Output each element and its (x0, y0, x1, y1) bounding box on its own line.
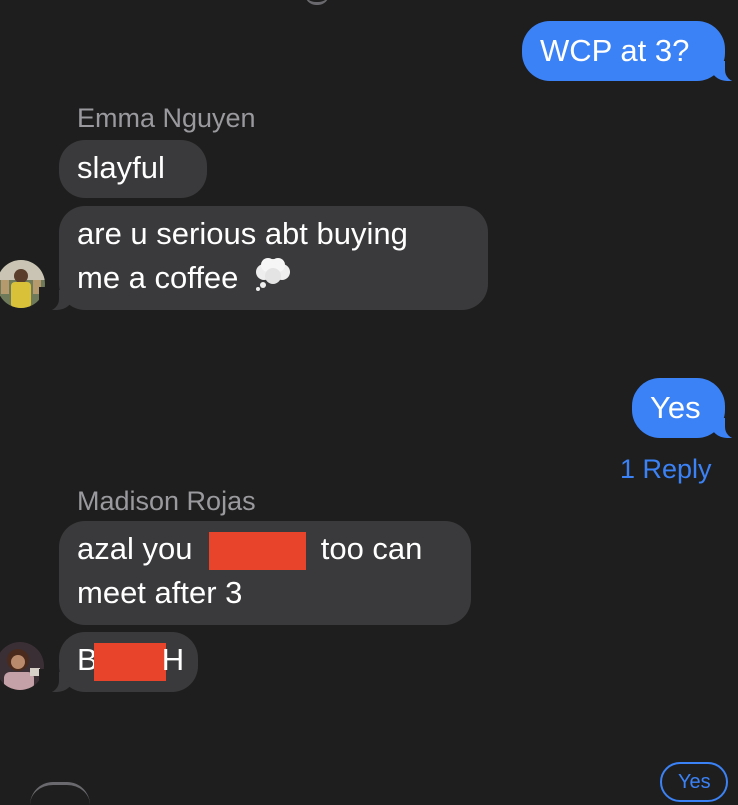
thought-balloon-icon (253, 256, 293, 304)
message-text: WCP at 3? (540, 33, 690, 68)
message-text-segment: H (161, 642, 185, 677)
message-text-line: are u serious abt buying (77, 216, 408, 251)
message-bubble-outgoing[interactable]: WCP at 3? (522, 21, 738, 82)
tapback-reply-pill[interactable]: Yes (660, 762, 728, 802)
message-text-line: me a coffee (77, 260, 239, 296)
partial-message-bubble (30, 782, 90, 805)
message-text-segment: azal you (77, 531, 193, 566)
sender-name: Emma Nguyen (77, 103, 256, 133)
message-bubble-incoming[interactable]: BH (39, 632, 198, 693)
message-text-segment: too can (320, 531, 423, 566)
reply-thread-link[interactable]: 1 Reply (620, 453, 712, 485)
message-bubble-incoming[interactable]: slayful (59, 140, 207, 198)
redaction-box (209, 531, 307, 570)
message-bubble-incoming[interactable]: azal you too can meet after 3 (59, 521, 471, 625)
message-bubble-outgoing[interactable]: Yes (632, 378, 738, 439)
redaction-box (93, 642, 166, 681)
message-text: slayful (77, 150, 165, 185)
message-text: Yes (650, 390, 701, 425)
message-text-line: meet after 3 (77, 575, 243, 610)
sender-name: Madison Rojas (77, 486, 256, 516)
message-bubble-incoming[interactable]: are u serious abt buying me a coffee (39, 206, 488, 311)
cropped-previous-content (305, 0, 329, 5)
avatar[interactable] (0, 642, 44, 690)
